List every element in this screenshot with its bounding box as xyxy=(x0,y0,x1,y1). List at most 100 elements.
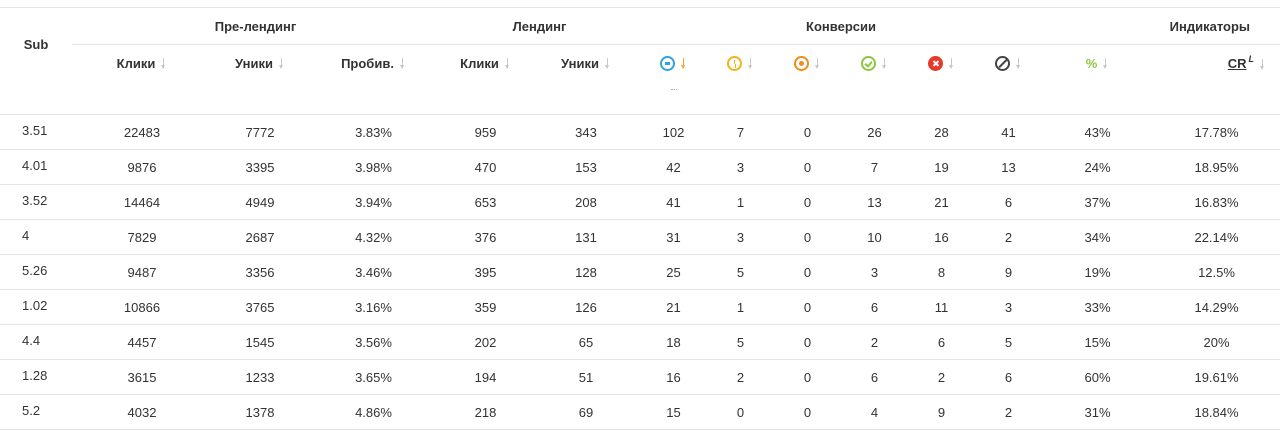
cell-pct: 60% xyxy=(1042,359,1154,395)
sort-icon[interactable] xyxy=(881,56,888,70)
column-header-conv-hold[interactable] xyxy=(707,45,774,81)
cell-sub: 1.02 xyxy=(0,289,72,325)
cell-pct: 24% xyxy=(1042,149,1154,185)
cell-land-uniques: 126 xyxy=(532,289,641,325)
column-header-pre-breakthrough[interactable]: Пробив. xyxy=(308,45,439,81)
cell-pre-uniques: 1233 xyxy=(212,359,308,395)
cell-conv-approved: 3 xyxy=(841,254,909,290)
sort-icon[interactable] xyxy=(1259,57,1266,71)
cell-conv-new: 18 xyxy=(640,324,708,360)
cell-cr: 19.61% xyxy=(1153,359,1280,395)
check-circle-icon xyxy=(861,55,877,71)
cell-cr: 18.84% xyxy=(1153,394,1280,430)
cell-conv-hold: 1 xyxy=(707,289,775,325)
column-header-land-uniques[interactable]: Уники xyxy=(532,45,640,81)
cell-land-clicks: 470 xyxy=(439,149,533,185)
column-header-land-clicks[interactable]: Клики xyxy=(439,45,532,81)
cell-sub: 1.28 xyxy=(0,359,72,395)
ban-icon xyxy=(995,55,1011,71)
cell-conv-trash: 3 xyxy=(975,289,1043,325)
cell-pre-breakthrough: 3.83% xyxy=(308,114,440,150)
cell-conv-new: 102 xyxy=(640,114,708,150)
cell-pct: 33% xyxy=(1042,289,1154,325)
column-header-pct[interactable]: % xyxy=(1042,45,1153,81)
cell-conv-new: 16 xyxy=(640,359,708,395)
cell-conv-rejected: 8 xyxy=(908,254,976,290)
sort-icon[interactable] xyxy=(399,56,406,70)
column-header-cr[interactable]: CR L xyxy=(1153,45,1280,81)
cell-conv-rejected: 16 xyxy=(908,219,976,255)
x-circle-icon xyxy=(928,55,944,71)
cell-cr: 18.95% xyxy=(1153,149,1280,185)
cell-conv-trash: 5 xyxy=(975,324,1043,360)
cell-pre-clicks: 9876 xyxy=(72,149,212,185)
table-row[interactable]: 1.28 3615 1233 3.65% 194 51 16 2 0 6 2 6 60% 19.61% xyxy=(0,359,1280,395)
sort-icon[interactable] xyxy=(948,56,955,70)
cell-pre-uniques: 3395 xyxy=(212,149,308,185)
cell-pct: 37% xyxy=(1042,184,1154,220)
table-row[interactable]: 5.26 9487 3356 3.46% 395 128 25 5 0 3 8 9 19% 12.5% xyxy=(0,254,1280,290)
table-row[interactable]: 3.51 22483 7772 3.83% 959 343 102 7 0 26 28 41 43% 17… xyxy=(0,114,1280,150)
cell-pct: 19% xyxy=(1042,254,1154,290)
cell-conv-trash: 13 xyxy=(975,149,1043,185)
column-header-label: Уники xyxy=(561,55,599,71)
cell-land-uniques: 65 xyxy=(532,324,641,360)
cell-conv-approved: 7 xyxy=(841,149,909,185)
column-header-conv-trash[interactable] xyxy=(975,45,1042,81)
cell-pre-breakthrough: 3.94% xyxy=(308,184,440,220)
sort-icon[interactable] xyxy=(604,56,611,70)
column-header-label: Уники xyxy=(235,55,273,71)
column-header-conv-approved[interactable] xyxy=(841,45,908,81)
sort-icon[interactable] xyxy=(160,56,167,70)
cell-conv-trash: 2 xyxy=(975,219,1043,255)
cell-conv-rejected: 19 xyxy=(908,149,976,185)
sort-desc-active-icon[interactable] xyxy=(680,56,687,70)
cell-sub: 4.01 xyxy=(0,149,72,185)
cell-cr: 14.29% xyxy=(1153,289,1280,325)
column-header-row: Клики Уники Пробив. Клики Уники % CR L xyxy=(0,45,1280,81)
cell-conv-new: 25 xyxy=(640,254,708,290)
cell-conv-rejected: 28 xyxy=(908,114,976,150)
table-row[interactable]: 4 7829 2687 4.32% 376 131 31 3 0 10 16 2 34% 22.14% xyxy=(0,219,1280,255)
cell-conv-pending: 0 xyxy=(774,359,842,395)
cell-conv-trash: 2 xyxy=(975,394,1043,430)
column-header-label: Клики xyxy=(460,55,499,71)
cell-conv-trash: 41 xyxy=(975,114,1043,150)
cell-pre-uniques: 2687 xyxy=(212,219,308,255)
column-header-conv-rejected[interactable] xyxy=(908,45,975,81)
sort-icon[interactable] xyxy=(747,56,754,70)
cell-conv-pending: 0 xyxy=(774,149,842,185)
column-header-conv-pending[interactable] xyxy=(774,45,841,81)
column-header-label: % xyxy=(1085,55,1098,71)
sort-icon[interactable] xyxy=(1102,56,1109,70)
cell-conv-pending: 0 xyxy=(774,289,842,325)
column-header-pre-uniques[interactable]: Уники xyxy=(212,45,308,81)
sort-icon[interactable] xyxy=(504,56,511,70)
column-header-pre-clicks[interactable]: Клики xyxy=(72,45,212,81)
table-row[interactable]: 3.52 14464 4949 3.94% 653 208 41 1 0 13 21 6 37% 16.8… xyxy=(0,184,1280,220)
cell-pre-clicks: 14464 xyxy=(72,184,212,220)
table-row[interactable]: 5.2 4032 1378 4.86% 218 69 15 0 0 4 9 2 31% 18.84% xyxy=(0,394,1280,430)
table-row[interactable]: 4.01 9876 3395 3.98% 470 153 42 3 0 7 19 13 24% 18.95… xyxy=(0,149,1280,185)
group-header-landing: Лендинг xyxy=(439,8,641,45)
column-header-sub[interactable]: Sub xyxy=(0,8,72,80)
sort-icon[interactable] xyxy=(1015,56,1022,70)
cell-pre-breakthrough: 3.65% xyxy=(308,359,440,395)
cell-pre-breakthrough: 4.86% xyxy=(308,394,440,430)
cell-land-uniques: 343 xyxy=(532,114,641,150)
table-row[interactable]: 1.02 10866 3765 3.16% 359 126 21 1 0 6 11 3 33% 14.29… xyxy=(0,289,1280,325)
sort-icon[interactable] xyxy=(278,56,285,70)
stats-table: Sub Пре-лендинг Лендинг Конверсии Индика… xyxy=(0,8,1280,430)
cell-cr: 22.14% xyxy=(1153,219,1280,255)
column-header-conv-new[interactable] xyxy=(640,45,707,81)
cell-pre-uniques: 1378 xyxy=(212,394,308,430)
cell-pre-uniques: 7772 xyxy=(212,114,308,150)
table-row[interactable]: 4.4 4457 1545 3.56% 202 65 18 5 0 2 6 5 15% 20% xyxy=(0,324,1280,360)
cell-land-uniques: 208 xyxy=(532,184,641,220)
cell-land-clicks: 202 xyxy=(439,324,533,360)
column-header-label: CR xyxy=(1227,56,1247,72)
cell-conv-trash: 9 xyxy=(975,254,1043,290)
cell-land-clicks: 653 xyxy=(439,184,533,220)
sort-icon[interactable] xyxy=(814,56,821,70)
group-header-prelanding: Пре-лендинг xyxy=(72,8,440,45)
